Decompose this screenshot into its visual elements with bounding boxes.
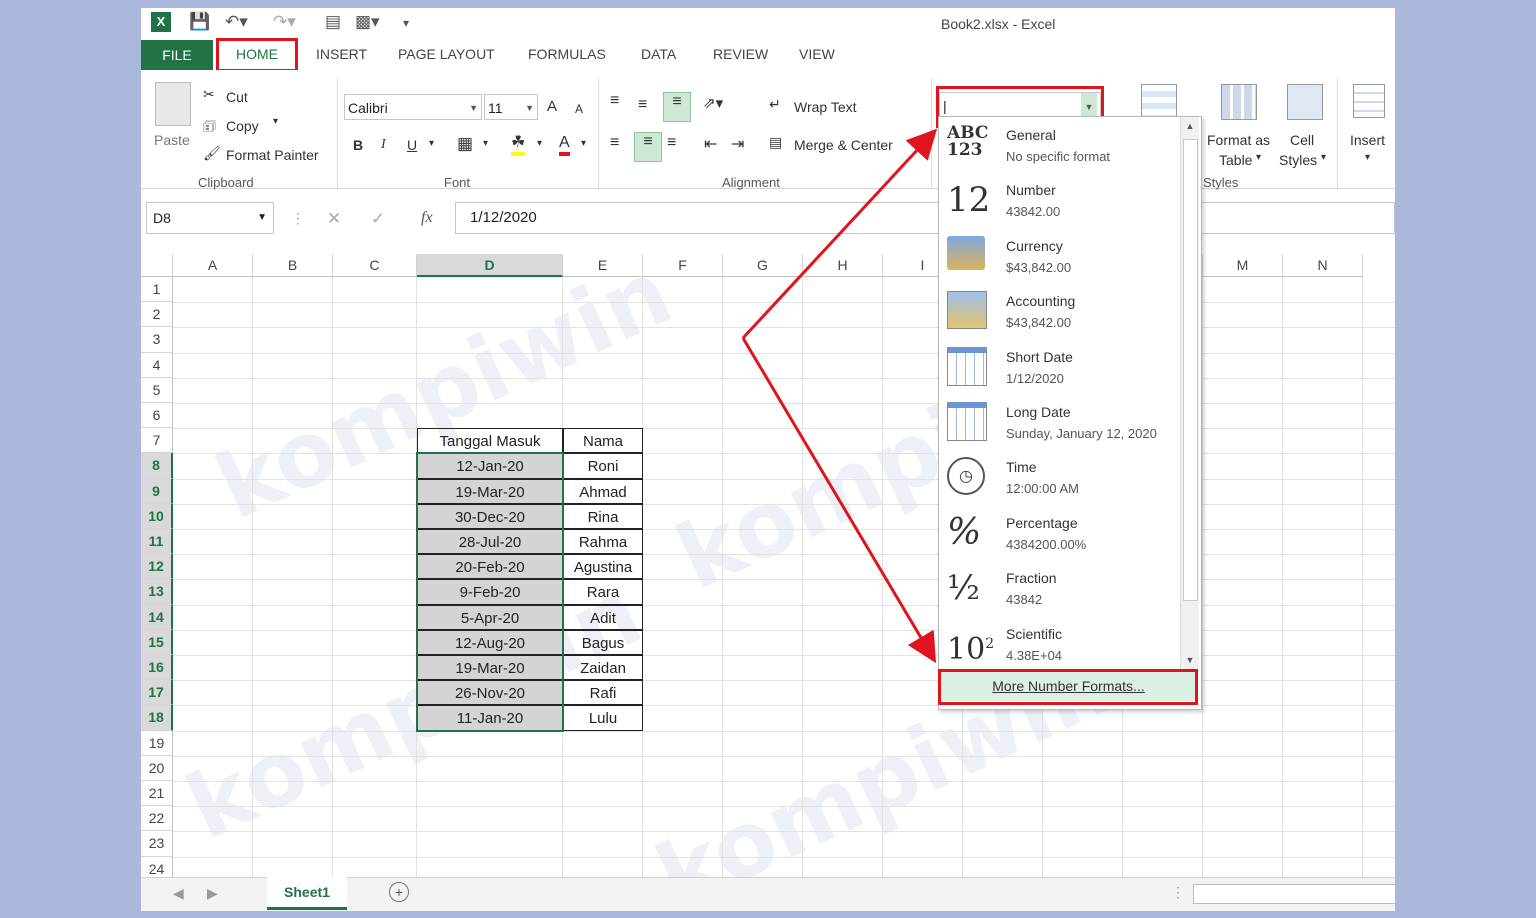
annotation-arrows [741,128,938,664]
arrow-to-combo [741,128,938,340]
arrow-to-more [741,337,937,664]
excel-window: kompiwin kompiwin kompiwin kompiwin X 💾 … [141,8,1395,911]
